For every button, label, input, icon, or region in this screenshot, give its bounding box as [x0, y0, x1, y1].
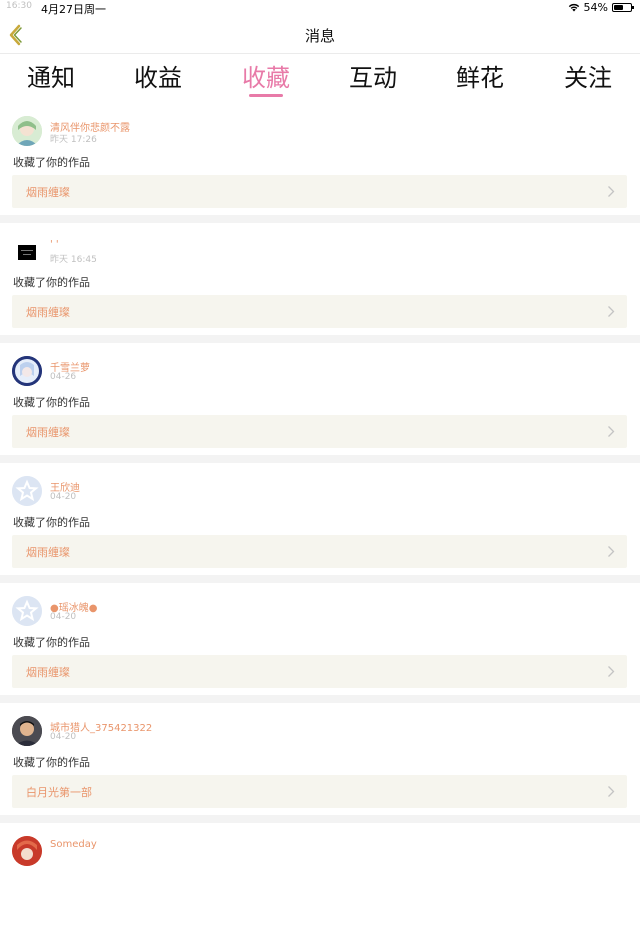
work-title: 烟雨缠璨 [26, 426, 70, 439]
chevron-right-icon [608, 786, 615, 797]
work-link[interactable]: 烟雨缠璨 [12, 655, 627, 688]
work-title: 烟雨缠璨 [26, 186, 70, 199]
list-item[interactable]: 王欣迪 04-20 收藏了你的作品 烟雨缠璨 [0, 463, 640, 583]
work-link[interactable]: 烟雨缠璨 [12, 295, 627, 328]
list-item[interactable]: ●瑶冰魄● 04-20 收藏了你的作品 烟雨缠璨 [0, 583, 640, 703]
work-title: 烟雨缠璨 [26, 546, 70, 559]
tab-favorites[interactable]: 收藏 [221, 58, 311, 93]
chevron-right-icon [608, 666, 615, 677]
action-text: 收藏了你的作品 [13, 756, 90, 769]
list-item[interactable]: 清风伴你悲颜不露 昨天 17:26 收藏了你的作品 烟雨缠璨 [0, 103, 640, 223]
chevron-right-icon [608, 546, 615, 557]
chevron-right-icon [608, 426, 615, 437]
timestamp: 昨天 16:45 [50, 255, 97, 265]
timestamp: 04-20 [50, 612, 77, 622]
tab-flowers[interactable]: 鲜花 [435, 58, 525, 93]
work-link[interactable]: 白月光第一部 [12, 775, 627, 808]
battery-percent: 54% [583, 1, 608, 14]
page-title: 消息 [304, 27, 335, 45]
work-link[interactable]: 烟雨缠璨 [12, 175, 627, 208]
timestamp: 04-20 [50, 732, 77, 742]
battery-icon [612, 3, 634, 12]
status-right: 54% [568, 1, 634, 14]
timestamp: 昨天 17:26 [50, 135, 97, 145]
list-item[interactable]: 城市猎人_375421322 04-20 收藏了你的作品 白月光第一部 [0, 703, 640, 823]
work-link[interactable]: 烟雨缠璨 [12, 535, 627, 568]
avatar[interactable] [12, 836, 42, 866]
tab-earnings[interactable]: 收益 [113, 58, 203, 93]
tab-interaction[interactable]: 互动 [328, 58, 418, 93]
avatar[interactable] [12, 356, 42, 386]
timestamp: 04-26 [50, 372, 77, 382]
username[interactable]: ' ' [50, 239, 59, 250]
work-title: 白月光第一部 [26, 786, 92, 799]
avatar[interactable] [12, 596, 42, 626]
action-text: 收藏了你的作品 [13, 396, 90, 409]
avatar[interactable] [12, 116, 42, 146]
favorites-feed: 清风伴你悲颜不露 昨天 17:26 收藏了你的作品 烟雨缠璨 ' ' 昨天 16… [0, 103, 640, 943]
avatar[interactable] [12, 236, 42, 266]
wifi-icon [568, 3, 579, 12]
action-text: 收藏了你的作品 [13, 636, 90, 649]
chevron-right-icon [608, 186, 615, 197]
work-title: 烟雨缠璨 [26, 666, 70, 679]
action-text: 收藏了你的作品 [13, 156, 90, 169]
nav-bar: 消息 [0, 16, 640, 54]
avatar[interactable] [12, 476, 42, 506]
avatar[interactable] [12, 716, 42, 746]
list-item[interactable]: Someday [0, 823, 640, 943]
work-link[interactable]: 烟雨缠璨 [12, 415, 627, 448]
timestamp: 04-20 [50, 492, 77, 502]
active-tab-indicator [249, 94, 283, 97]
chevron-right-icon [608, 306, 615, 317]
action-text: 收藏了你的作品 [13, 516, 90, 529]
action-text: 收藏了你的作品 [13, 276, 90, 289]
status-time: 16:30 [6, 1, 32, 11]
username[interactable]: Someday [50, 839, 97, 850]
status-bar: 16:30 4月27日周一 54% [0, 0, 640, 16]
list-item[interactable]: ' ' 昨天 16:45 收藏了你的作品 烟雨缠璨 [0, 223, 640, 343]
tab-bar: 通知 收益 收藏 互动 鲜花 关注 [0, 55, 640, 101]
work-title: 烟雨缠璨 [26, 306, 70, 319]
status-date: 4月27日周一 [41, 3, 106, 16]
tab-notify[interactable]: 通知 [6, 58, 96, 93]
tab-follow[interactable]: 关注 [543, 58, 633, 93]
list-item[interactable]: 千雪兰萝 04-26 收藏了你的作品 烟雨缠璨 [0, 343, 640, 463]
